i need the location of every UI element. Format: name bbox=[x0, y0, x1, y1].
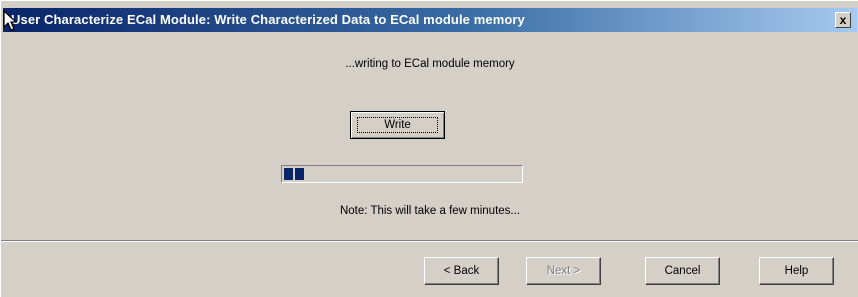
progress-block bbox=[295, 168, 304, 180]
next-button-label: Next > bbox=[546, 265, 581, 277]
cancel-button[interactable]: Cancel bbox=[645, 257, 720, 285]
close-button[interactable]: x bbox=[835, 12, 851, 28]
progress-fill bbox=[284, 168, 304, 180]
separator-line bbox=[1, 240, 858, 242]
note-text: Note: This will take a few minutes... bbox=[339, 205, 521, 217]
progress-bar bbox=[281, 165, 523, 183]
help-button[interactable]: Help bbox=[759, 257, 834, 285]
next-button[interactable]: Next > bbox=[526, 257, 601, 285]
focus-rectangle bbox=[357, 117, 438, 133]
back-button-label: < Back bbox=[443, 265, 480, 277]
status-text: ...writing to ECal module memory bbox=[345, 58, 515, 70]
cancel-button-label: Cancel bbox=[664, 265, 701, 277]
progress-block bbox=[284, 168, 293, 180]
help-button-label: Help bbox=[784, 265, 809, 277]
write-button[interactable]: Write bbox=[350, 111, 445, 139]
dialog-window: User Characterize ECal Module: Write Cha… bbox=[0, 0, 858, 297]
title-bar[interactable]: User Characterize ECal Module: Write Cha… bbox=[3, 8, 857, 32]
back-button[interactable]: < Back bbox=[424, 257, 499, 285]
window-title: User Characterize ECal Module: Write Cha… bbox=[11, 12, 525, 27]
mouse-pointer-icon bbox=[3, 10, 18, 31]
